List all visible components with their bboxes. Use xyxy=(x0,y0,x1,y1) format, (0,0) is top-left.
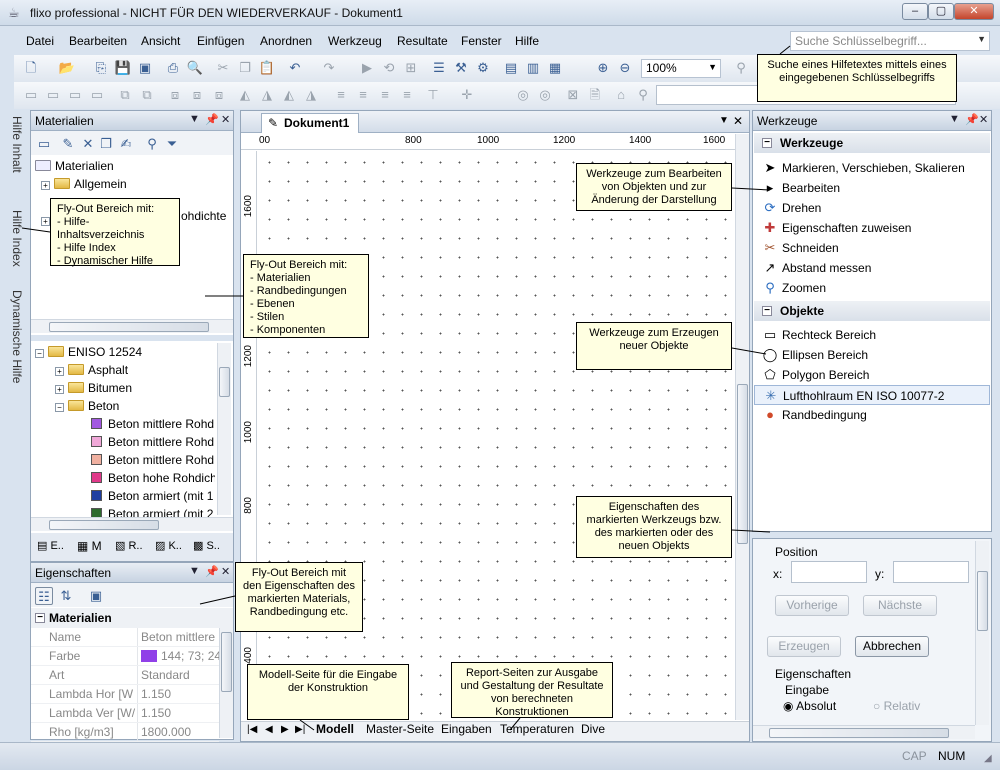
connector-tools-create xyxy=(731,347,767,355)
connector-report-pages xyxy=(509,717,521,731)
status-cap: CAP xyxy=(902,749,927,763)
callout-connectors xyxy=(21,45,791,731)
connector-tools-edit xyxy=(731,187,771,191)
connector-material-properties xyxy=(199,595,236,605)
connector-tool-properties xyxy=(731,529,771,533)
connector-model-page xyxy=(299,719,315,731)
status-num: NUM xyxy=(938,749,966,763)
resize-grip-icon[interactable]: ◢ xyxy=(984,753,992,764)
connector-help xyxy=(21,227,51,233)
connector-search xyxy=(779,45,791,55)
status-bar: CAP NUM ◢ xyxy=(0,742,1000,770)
